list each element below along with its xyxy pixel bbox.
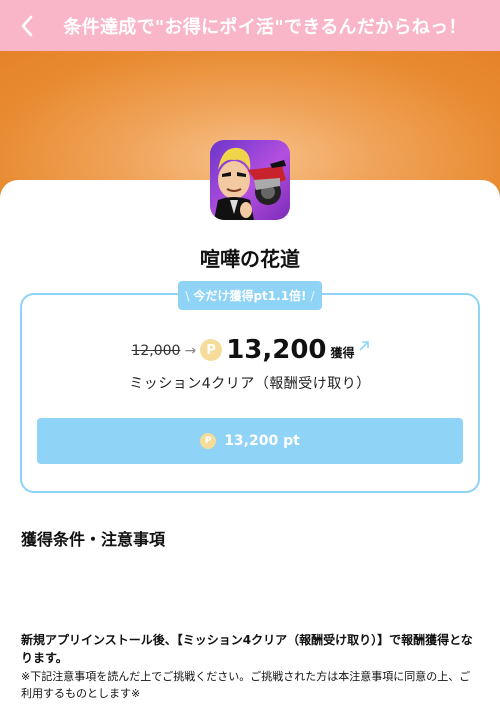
point-coin-icon: P	[200, 433, 217, 449]
point-coin-icon: P	[200, 339, 223, 361]
bonus-tag-right-mark: /	[310, 288, 315, 303]
bonus-tag: \ 今だけ獲得pt1.1倍! /	[178, 281, 322, 310]
earn-points-button[interactable]: P 13,200 pt	[37, 418, 463, 464]
earn-label: 獲得	[330, 346, 355, 360]
arrow-right-icon: →	[184, 343, 197, 359]
top-header: 条件達成で"お得にポイ活"できるんだからねっ！	[0, 0, 500, 51]
mission-text: ミッション4クリア（報酬受け取り）	[129, 376, 371, 392]
app-icon	[210, 140, 290, 220]
app-icon-art	[214, 147, 286, 220]
back-button[interactable]	[12, 11, 42, 41]
arrow-up-right-icon	[358, 341, 369, 351]
points-row: 12,000 → P 13,200 獲得	[0, 333, 500, 365]
conditions-main-text: 新規アプリインストール後、【ミッション4クリア（報酬受け取り）】で報酬獲得となり…	[21, 633, 473, 665]
conditions-note-text: ※下記注意事項を読んだ上でご挑戦ください。ご挑戦された方は本注意事項に同意の上、…	[21, 670, 471, 700]
bonus-tag-left-mark: \	[185, 288, 190, 303]
chevron-left-icon	[21, 15, 33, 37]
conditions-title: 獲得条件・注意事項	[21, 530, 166, 549]
app-name: 喧嘩の花道	[200, 247, 300, 271]
bonus-tag-label: 今だけ獲得pt1.1倍!	[193, 289, 307, 303]
new-points: 13,200	[226, 335, 327, 365]
earn-points-button-label: 13,200 pt	[224, 433, 300, 449]
header-title: 条件達成で"お得にポイ活"できるんだからねっ！	[63, 16, 467, 38]
old-points: 12,000	[131, 343, 181, 359]
